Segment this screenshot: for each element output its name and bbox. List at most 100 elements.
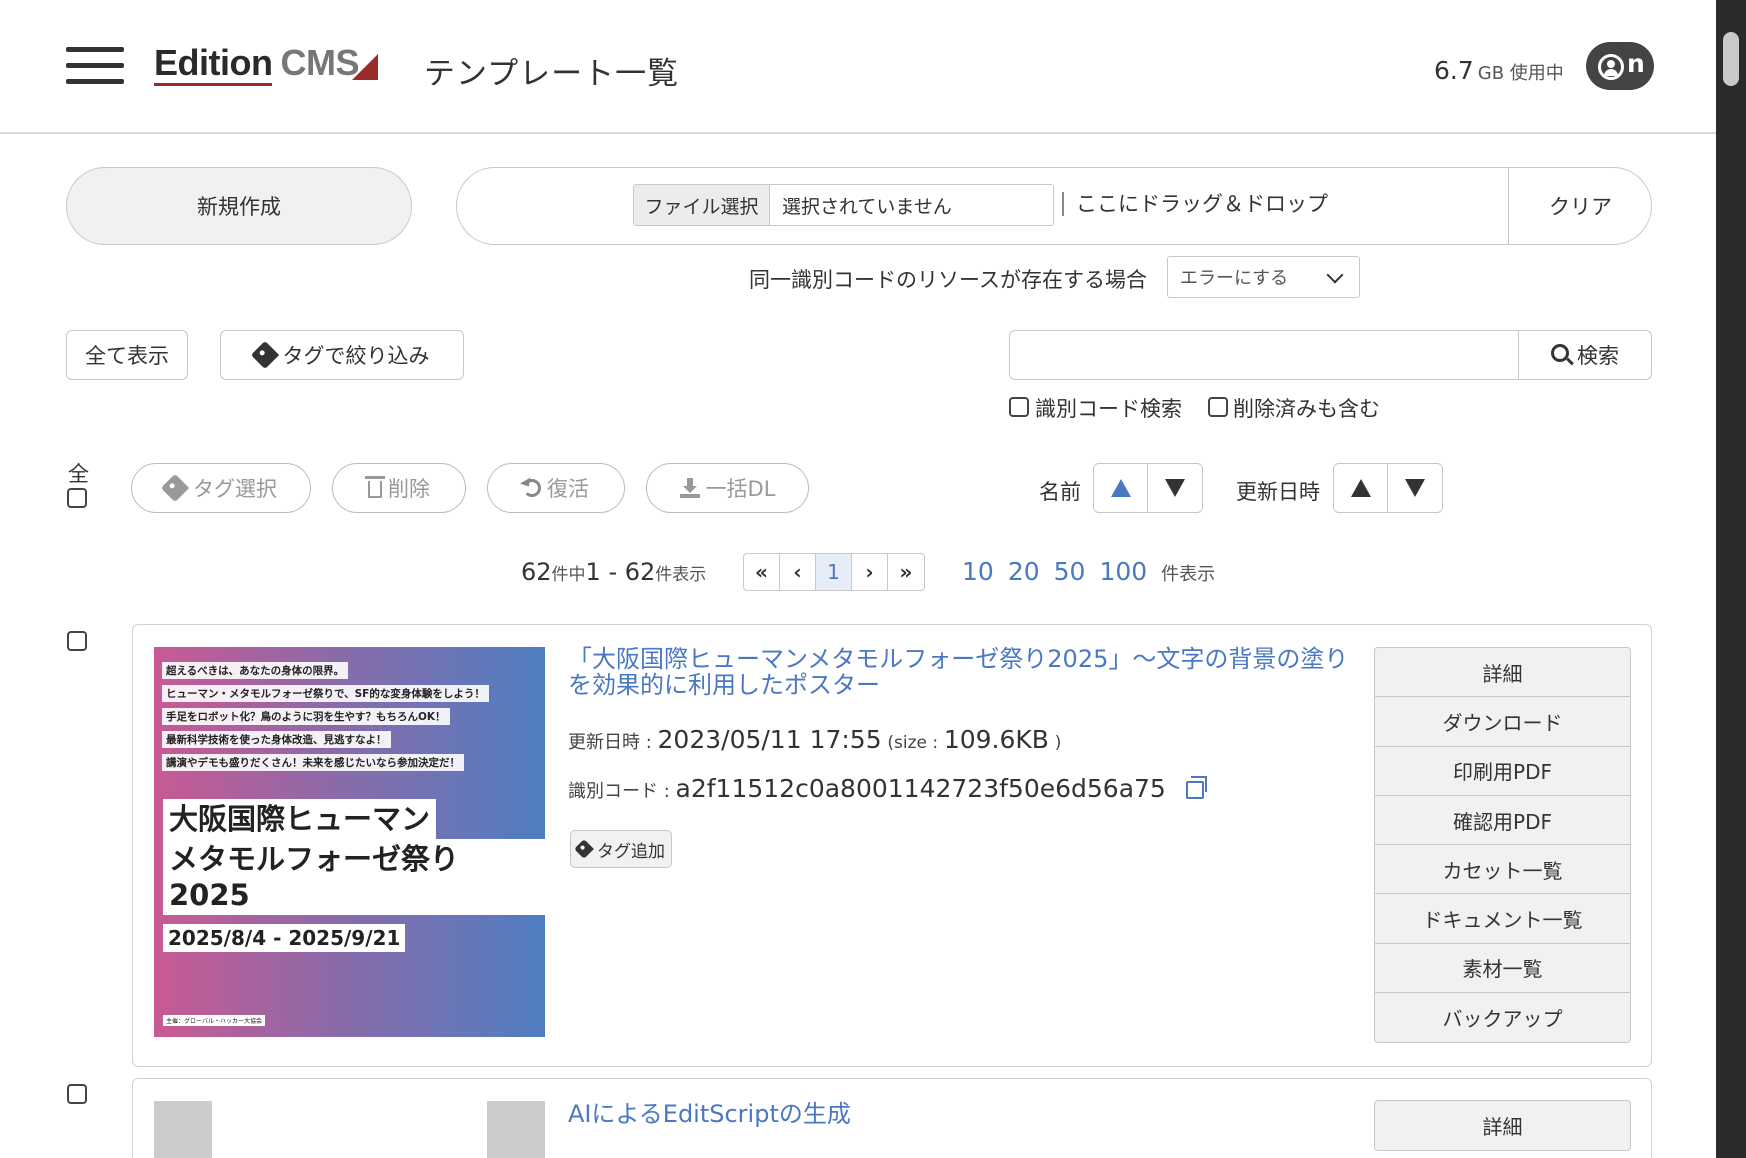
copy-icon[interactable] (1185, 776, 1207, 799)
tag-icon (574, 839, 594, 859)
sort-down-icon (1165, 479, 1185, 497)
cassette-list-button[interactable]: カセット一覧 (1375, 845, 1630, 895)
drop-hint: ここにドラッグ＆ドロップ (1062, 192, 1328, 216)
chevron-down-icon (1326, 266, 1344, 284)
material-list-button[interactable]: 素材一覧 (1375, 944, 1630, 994)
search-input[interactable] (1009, 330, 1519, 380)
thumbnail-placeholder (154, 1101, 212, 1158)
delete-button[interactable]: 削除 (332, 463, 466, 513)
detail-button[interactable]: 詳細 (1375, 1101, 1630, 1150)
item-title-link[interactable]: 「大阪国際ヒューマンメタモルフォーゼ祭り2025」〜文字の背景の塗りを効果的に利… (568, 646, 1350, 698)
item-checkbox[interactable] (67, 1084, 87, 1104)
download-icon (679, 478, 700, 498)
tag-icon (250, 340, 279, 370)
new-template-button[interactable]: 新規作成 (66, 167, 412, 245)
sort-name-group (1093, 463, 1203, 513)
per-page-100[interactable]: 100 (1099, 557, 1147, 586)
tag-select-label: タグ選択 (193, 477, 277, 501)
thumbnail-line: 講演やデモも盛りだくさん！未来を感じたいなら参加決定だ！ (162, 754, 464, 771)
first-page-button[interactable]: « (744, 554, 780, 590)
item-updated: 更新日時 : 2023/05/11 17:55 (size : 109.6KB … (568, 725, 1061, 754)
detail-button[interactable]: 詳細 (1375, 648, 1630, 698)
clear-button[interactable]: クリア (1508, 167, 1652, 245)
per-page-50[interactable]: 50 (1054, 557, 1086, 586)
logo-mark-icon (352, 54, 378, 80)
code-search-checkbox[interactable] (1009, 397, 1029, 417)
app-logo[interactable]: Edition CMS (154, 42, 359, 86)
tag-icon (160, 473, 190, 503)
sort-up-icon (1110, 479, 1131, 497)
result-range-suffix: 件表示 (655, 565, 707, 585)
thumbnail-title: 大阪国際ヒューマン メタモルフォーゼ祭り2025 (163, 799, 545, 915)
download-button[interactable]: ダウンロード (1375, 697, 1630, 747)
app-header: Edition CMS テンプレート一覧 6.7 GB 使用中 n (0, 0, 1716, 134)
tag-filter-button[interactable]: タグで絞り込み (220, 330, 464, 380)
sort-name-desc-button[interactable] (1148, 464, 1202, 512)
result-total: 62 (521, 558, 552, 586)
tag-add-label: タグ追加 (597, 841, 665, 862)
restore-button[interactable]: 復活 (487, 463, 625, 513)
current-page[interactable]: 1 (816, 554, 852, 590)
pagination: « ‹ 1 › » (743, 553, 925, 591)
thumbnail-organizer: 主催：グローバル・ハッカー大協会 (163, 1015, 265, 1026)
user-menu-button[interactable]: n (1586, 42, 1654, 90)
select-all-checkbox[interactable] (67, 488, 87, 508)
result-total-suffix: 件中 (551, 565, 586, 585)
sort-updated-asc-button[interactable] (1334, 464, 1389, 512)
proof-pdf-button[interactable]: 確認用PDF (1375, 796, 1630, 846)
updated-value: 2023/05/11 17:55 (657, 725, 882, 754)
delete-label: 削除 (388, 477, 430, 501)
item-checkbox[interactable] (67, 631, 87, 651)
file-status: 選択されていません (782, 195, 952, 218)
updated-label: 更新日時 : (568, 732, 652, 753)
scrollbar-thumb[interactable] (1723, 32, 1739, 86)
next-page-button[interactable]: › (852, 554, 888, 590)
file-input[interactable]: ファイル選択 選択されていません (633, 184, 1054, 226)
per-page-selector: 10 20 50 100 件表示 (962, 557, 1215, 586)
tag-add-button[interactable]: タグ追加 (570, 830, 672, 868)
sort-up-icon (1350, 479, 1371, 497)
show-all-button[interactable]: 全て表示 (66, 330, 188, 380)
duplicate-policy-select[interactable]: エラーにする (1167, 256, 1360, 298)
storage-usage: 6.7 GB 使用中 (1434, 56, 1564, 85)
select-all-label: 全 (68, 462, 89, 486)
last-page-button[interactable]: » (888, 554, 924, 590)
item-code: 識別コード : a2f11512c0a8001142723f50e6d56a75 (568, 774, 1207, 803)
per-page-10[interactable]: 10 (962, 557, 994, 586)
sort-updated-desc-button[interactable] (1388, 464, 1442, 512)
sort-name-label: 名前 (1039, 480, 1081, 504)
item-thumbnail[interactable]: 超えるべきは、あなたの身体の限界。 ヒューマン・メタモルフォーゼ祭りで、SF的な… (154, 647, 545, 1037)
result-range: 1 - 62 (585, 558, 656, 586)
code-value: a2f11512c0a8001142723f50e6d56a75 (675, 774, 1166, 803)
bulk-download-label: 一括DL (705, 477, 776, 501)
item-title-link[interactable]: AIによるEditScriptの生成 (568, 1101, 1350, 1127)
sort-updated-label: 更新日時 (1236, 480, 1320, 504)
sort-down-icon (1405, 479, 1425, 497)
per-page-20[interactable]: 20 (1008, 557, 1040, 586)
thumbnail-line: 最新科学技術を使った身体改造、見逃すなよ！ (162, 731, 391, 748)
size-value: 109.6KB (943, 725, 1049, 754)
size-label: (size : (887, 733, 939, 753)
hamburger-menu-icon[interactable] (66, 47, 124, 85)
thumbnail-dates: 2025/8/4 - 2025/9/21 (163, 924, 406, 952)
trash-icon (365, 475, 385, 498)
duplicate-policy-value: エラーにする (1180, 268, 1289, 289)
bulk-download-button[interactable]: 一括DL (646, 463, 809, 513)
backup-button[interactable]: バックアップ (1375, 993, 1630, 1042)
document-list-button[interactable]: ドキュメント一覧 (1375, 894, 1630, 944)
print-pdf-button[interactable]: 印刷用PDF (1375, 747, 1630, 796)
code-search-label: 識別コード検索 (1035, 397, 1182, 421)
tag-select-button[interactable]: タグ選択 (131, 463, 311, 513)
prev-page-button[interactable]: ‹ (780, 554, 816, 590)
item-action-menu: 詳細 ダウンロード 印刷用PDF 確認用PDF カセット一覧 ドキュメント一覧 … (1374, 647, 1631, 1044)
thumbnail-title-line: 大阪国際ヒューマン (163, 799, 437, 839)
sort-name-asc-button[interactable] (1094, 464, 1149, 512)
scrollbar-track[interactable] (1716, 0, 1746, 1158)
file-choose-button[interactable]: ファイル選択 (634, 185, 770, 225)
user-initial: n (1627, 49, 1645, 78)
include-deleted-checkbox[interactable] (1208, 397, 1228, 417)
search-button[interactable]: 検索 (1518, 330, 1652, 380)
tag-filter-label: タグで絞り込み (282, 344, 430, 368)
storage-usage-value: 6.7 (1434, 56, 1474, 85)
include-deleted-label: 削除済みも含む (1233, 397, 1380, 421)
